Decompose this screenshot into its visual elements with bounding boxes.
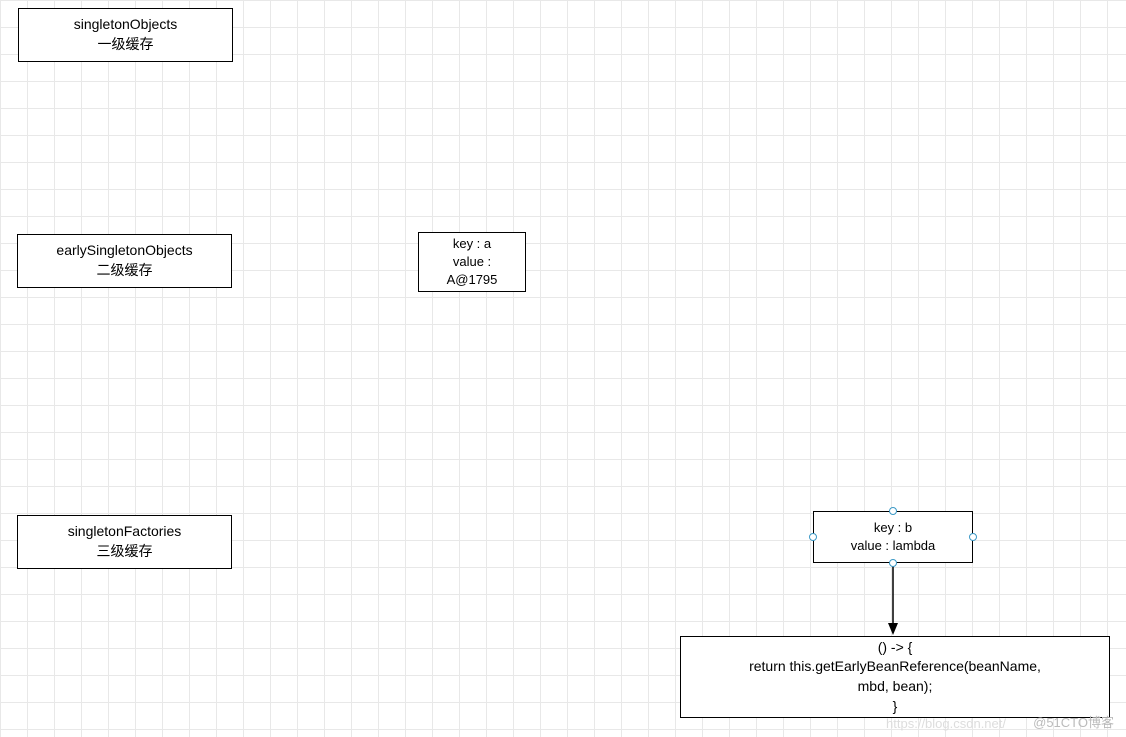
entry-value: value : lambda: [851, 537, 936, 555]
code-line: mbd, bean);: [858, 677, 933, 697]
cache-level-1-node[interactable]: singletonObjects 一级缓存: [18, 8, 233, 62]
node-subtitle: 三级缓存: [97, 542, 153, 562]
cache-level-2-node[interactable]: earlySingletonObjects 二级缓存: [17, 234, 232, 288]
entry-value-label: value :: [453, 253, 491, 271]
cache-level-3-node[interactable]: singletonFactories 三级缓存: [17, 515, 232, 569]
node-title: earlySingletonObjects: [56, 241, 192, 261]
entry-key: key : b: [874, 519, 912, 537]
watermark-secondary: https://blog.csdn.net/: [886, 716, 1006, 731]
entry-b-node[interactable]: key : b value : lambda: [813, 511, 973, 563]
resize-handle-bottom[interactable]: [889, 559, 897, 567]
arrow-entryb-to-lambda: [888, 563, 898, 638]
entry-value: A@1795: [447, 271, 498, 289]
code-line: return this.getEarlyBeanReference(beanNa…: [749, 657, 1041, 677]
watermark-primary: @51CTO博客: [1033, 712, 1114, 731]
grid-background: [0, 0, 1126, 737]
resize-handle-left[interactable]: [809, 533, 817, 541]
resize-handle-top[interactable]: [889, 507, 897, 515]
node-subtitle: 二级缓存: [97, 261, 153, 281]
entry-key: key : a: [453, 235, 491, 253]
node-title: singletonObjects: [74, 15, 178, 35]
code-line: }: [893, 697, 898, 717]
entry-a-node[interactable]: key : a value : A@1795: [418, 232, 526, 292]
code-line: () -> {: [878, 638, 913, 658]
node-title: singletonFactories: [68, 522, 182, 542]
lambda-body-node[interactable]: () -> { return this.getEarlyBeanReferenc…: [680, 636, 1110, 718]
resize-handle-right[interactable]: [969, 533, 977, 541]
node-subtitle: 一级缓存: [98, 35, 154, 55]
